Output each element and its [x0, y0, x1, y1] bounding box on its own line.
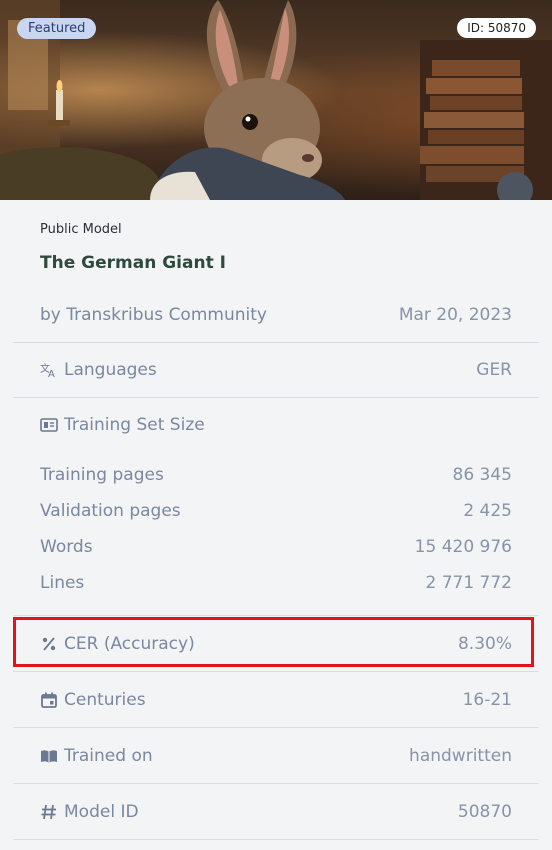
translate-icon: 文A: [40, 361, 58, 379]
languages-row: 文A Languages GER: [0, 343, 552, 397]
centuries-label: Centuries: [64, 689, 146, 710]
trained-on-label: Trained on: [64, 745, 153, 766]
divider: [13, 839, 539, 840]
lines-value: 2 771 772: [425, 573, 512, 593]
model-id-label: Model ID: [64, 801, 139, 822]
calendar-icon: [40, 691, 58, 709]
centuries-value: 16-21: [462, 689, 512, 710]
validation-pages-label: Validation pages: [40, 500, 181, 521]
training-set-label: Training Set Size: [64, 415, 205, 435]
words-value: 15 420 976: [414, 537, 512, 557]
hash-icon: [40, 803, 58, 821]
training-pages-value: 86 345: [452, 465, 512, 485]
model-kind-label: Public Model: [40, 222, 122, 237]
author-text: by Transkribus Community: [40, 305, 267, 325]
trained-on-value: handwritten: [409, 745, 512, 766]
centuries-row: Centuries 16-21: [0, 672, 552, 727]
languages-value: GER: [476, 360, 512, 380]
lines-row: Lines 2 771 772: [0, 565, 552, 601]
training-pages-row: Training pages 86 345: [0, 458, 552, 492]
trained-on-row: Trained on handwritten: [0, 728, 552, 783]
languages-label: Languages: [64, 360, 157, 380]
words-row: Words 15 420 976: [0, 529, 552, 565]
training-pages-label: Training pages: [40, 465, 164, 485]
cer-highlight-box: [13, 617, 534, 667]
id-badge: ID: 50870: [457, 18, 536, 38]
model-title[interactable]: The German Giant I: [40, 253, 512, 273]
dataset-icon: [40, 416, 58, 434]
model-card: Featured ID: 50870 Public Model The Germ…: [0, 0, 552, 850]
model-id-row: Model ID 50870: [0, 784, 552, 839]
hero-illustration: Featured ID: 50870: [0, 0, 552, 200]
model-id-value: 50870: [457, 801, 512, 822]
publish-date: Mar 20, 2023: [398, 305, 512, 325]
validation-pages-row: Validation pages 2 425: [0, 492, 552, 529]
svg-text:A: A: [48, 369, 55, 379]
book-icon: [40, 747, 58, 765]
words-label: Words: [40, 537, 93, 557]
training-set-header-row: Training Set Size: [0, 398, 552, 452]
validation-pages-value: 2 425: [463, 500, 512, 521]
featured-badge: Featured: [17, 18, 97, 39]
lines-label: Lines: [40, 573, 85, 593]
author-date-row: by Transkribus Community Mar 20, 2023: [0, 305, 552, 325]
